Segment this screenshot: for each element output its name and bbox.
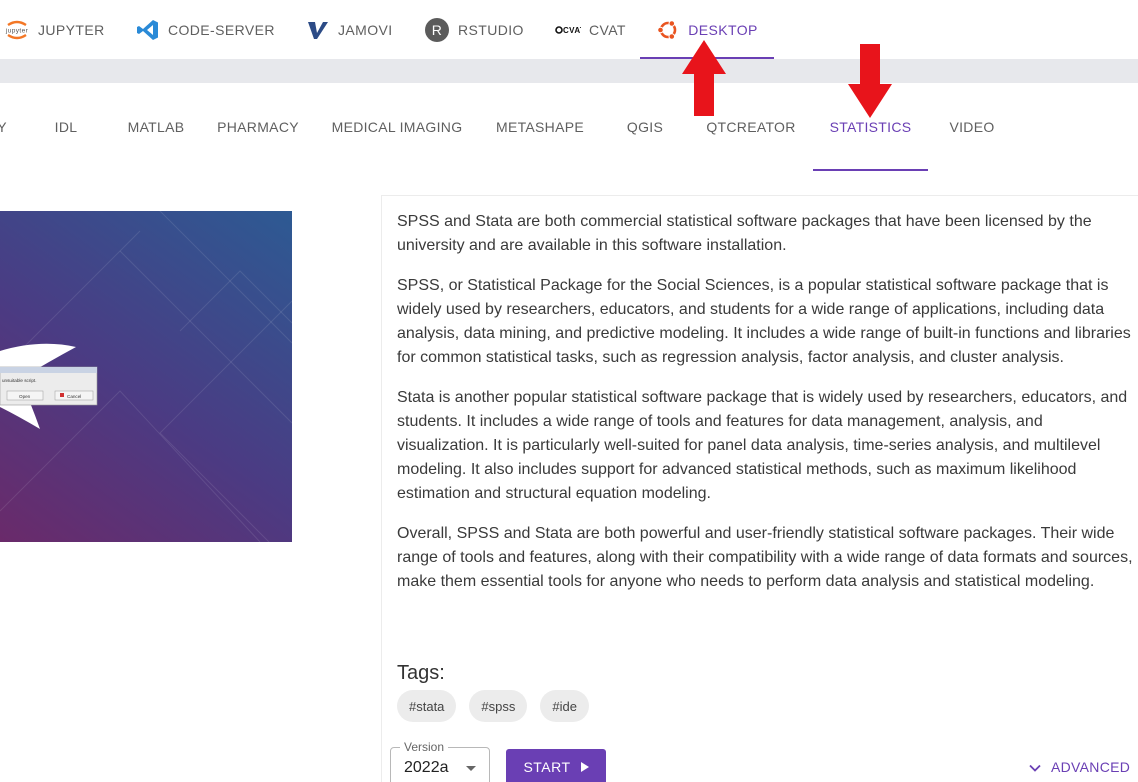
tab-qgis[interactable]: QGIS [610, 83, 680, 171]
tag-chip-stata[interactable]: #stata [397, 690, 457, 722]
tab-matlab-label: MATLAB [127, 119, 185, 135]
app-tabs: jupyter JUPYTER CODE-SERVER JAMOVI R RST… [0, 0, 1138, 59]
tag-chip-ide[interactable]: #ide [540, 690, 589, 722]
ubuntu-icon [656, 18, 680, 42]
tab-qtcreator-label: QTCREATOR [706, 119, 796, 135]
tab-jamovi-label: JAMOVI [338, 21, 393, 38]
caret-down-icon [466, 766, 476, 771]
tab-prev-partial[interactable]: Y [0, 83, 7, 171]
tab-metashape-label: METASHAPE [495, 119, 584, 135]
svg-text:Cancel: Cancel [67, 394, 81, 399]
active-tab-indicator [813, 169, 928, 171]
advanced-label: ADVANCED [1051, 759, 1131, 775]
tab-metashape[interactable]: METASHAPE [484, 83, 596, 171]
vscode-icon [136, 18, 160, 42]
tab-video[interactable]: VIDEO [940, 83, 1004, 171]
cvat-icon: CVAT [555, 24, 581, 36]
tab-jupyter-label: JUPYTER [38, 21, 105, 38]
tab-cvat-label: CVAT [589, 21, 626, 38]
start-button-label: START [523, 759, 571, 775]
tab-rstudio-label: RSTUDIO [458, 21, 524, 38]
description-paragraph: Overall, SPSS and Stata are both powerfu… [397, 525, 1133, 590]
annotation-arrow-up-icon [682, 40, 726, 116]
tab-medical-imaging[interactable]: MEDICAL IMAGING [322, 83, 472, 171]
tab-cvat[interactable]: CVAT CVAT [555, 0, 626, 59]
tab-video-label: VIDEO [949, 119, 995, 135]
advanced-toggle[interactable]: ADVANCED [1029, 756, 1130, 778]
screenshot-preview: unsuitable script. Open Cancel [0, 211, 292, 542]
start-button[interactable]: START [506, 749, 606, 782]
tab-matlab[interactable]: MATLAB [118, 83, 194, 171]
svg-text:R: R [432, 22, 443, 38]
tab-idl-label: IDL [54, 119, 78, 135]
tab-jamovi[interactable]: JAMOVI [306, 0, 393, 59]
chevron-down-icon [1029, 759, 1041, 775]
svg-text:Open: Open [19, 394, 31, 399]
tab-pharmacy[interactable]: PHARMACY [208, 83, 308, 171]
app-page: jupyter JUPYTER CODE-SERVER JAMOVI R RST… [0, 0, 1138, 782]
category-tabs: Y IDL MATLAB PHARMACY MEDICAL IMAGING ME… [0, 83, 1138, 171]
tab-desktop-label: DESKTOP [688, 21, 758, 38]
toolbar-strip [0, 59, 1138, 83]
tab-idl[interactable]: IDL [36, 83, 96, 171]
svg-text:CVAT: CVAT [563, 26, 581, 35]
description-paragraph: SPSS and Stata are both commercial stati… [397, 213, 1092, 254]
tab-statistics-label: STATISTICS [829, 119, 912, 135]
tag-list: #stata #spss #ide [397, 690, 589, 722]
jupyter-icon: jupyter [4, 19, 30, 41]
description-paragraph: SPSS, or Statistical Package for the Soc… [397, 277, 1131, 366]
tab-qgis-label: QGIS [626, 119, 664, 135]
preview-dialog: unsuitable script. Open Cancel [0, 366, 98, 406]
tab-rstudio[interactable]: R RSTUDIO [424, 0, 524, 59]
tab-code-server-label: CODE-SERVER [168, 21, 275, 38]
annotation-arrow-down-icon [848, 44, 892, 118]
version-label: Version [400, 740, 449, 754]
tag-chip-spss[interactable]: #spss [469, 690, 528, 722]
tab-medical-imaging-label: MEDICAL IMAGING [331, 119, 463, 135]
version-select[interactable]: Version 2022a [390, 740, 490, 782]
tab-pharmacy-label: PHARMACY [217, 119, 299, 135]
jamovi-icon [306, 19, 330, 41]
tab-code-server[interactable]: CODE-SERVER [136, 0, 275, 59]
svg-text:unsuitable script.: unsuitable script. [2, 378, 36, 383]
version-value: 2022a [404, 759, 449, 776]
description-paragraph: Stata is another popular statistical sof… [397, 389, 1128, 502]
rstudio-icon: R [424, 17, 450, 43]
description-text: SPSS and Stata are both commercial stati… [397, 210, 1133, 610]
play-icon [580, 762, 589, 772]
tags-title: Tags: [397, 662, 445, 684]
tab-jupyter[interactable]: jupyter JUPYTER [4, 0, 105, 59]
svg-text:jupyter: jupyter [5, 27, 29, 34]
